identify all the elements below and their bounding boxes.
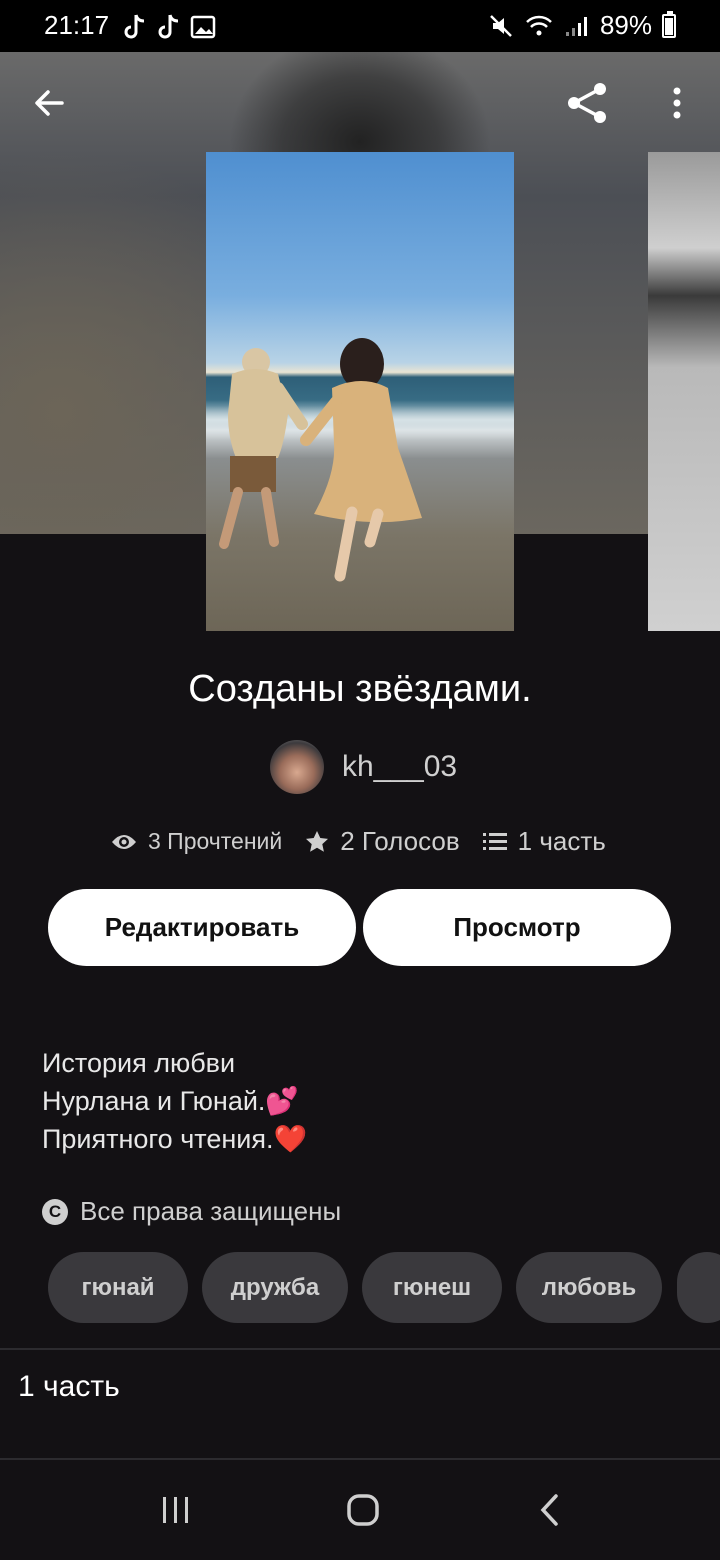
story-description: История любви Нурлана и Гюнай.💕 Приятног… — [42, 1044, 307, 1158]
share-icon — [568, 83, 606, 123]
star-icon — [306, 830, 329, 852]
back-button[interactable] — [24, 78, 74, 128]
battery-percent: 89% — [599, 10, 652, 40]
next-story-cover[interactable] — [648, 152, 720, 631]
author-row[interactable]: kh___03 — [270, 740, 457, 794]
signal-icon — [565, 16, 587, 36]
couple-illustration — [219, 338, 422, 582]
home-button[interactable] — [333, 1484, 393, 1536]
divider — [0, 1348, 720, 1350]
reads-count: 3 Прочтений — [148, 828, 283, 854]
tag-chip[interactable]: гюнеш — [362, 1252, 502, 1323]
parts-count: 1 часть — [517, 826, 606, 856]
avatar[interactable] — [270, 740, 324, 794]
chevron-left-icon — [540, 1494, 558, 1526]
votes-stat: 2 Голосов — [304, 826, 460, 857]
arrow-left-icon — [35, 90, 64, 116]
story-title: Созданы звёздами. — [188, 668, 532, 710]
list-icon — [482, 832, 507, 850]
recent-apps-icon — [163, 1497, 188, 1523]
parts-stat: 1 часть — [482, 826, 606, 857]
reads-stat: 3 Прочтений — [110, 828, 282, 855]
story-cover[interactable] — [206, 152, 514, 631]
recent-apps-button[interactable] — [146, 1484, 206, 1536]
system-nav-bar — [0, 1460, 720, 1560]
copyright-row: C Все права защищены — [42, 1196, 341, 1227]
system-back-button[interactable] — [520, 1484, 580, 1536]
tag-chip[interactable]: гюнай — [48, 1252, 188, 1323]
status-bar: 21:17 89% — [0, 0, 720, 52]
status-time: 21:17 — [44, 10, 110, 40]
more-options-button[interactable] — [656, 76, 698, 130]
tiktok-icon — [158, 14, 179, 39]
view-button[interactable]: Просмотр — [363, 889, 671, 966]
home-icon — [347, 1494, 379, 1526]
gallery-icon — [190, 15, 216, 39]
description-line: Нурлана и Гюнай.💕 — [42, 1086, 300, 1116]
story-stats: 3 Прочтений 2 Голосов 1 часть — [110, 826, 606, 857]
status-right: 89% — [488, 10, 676, 41]
description-line: Приятного чтения.❤️ — [42, 1124, 308, 1154]
copyright-text: Все права защищены — [80, 1196, 342, 1226]
more-vertical-icon — [673, 87, 681, 119]
share-button[interactable] — [560, 76, 614, 130]
notification-icons — [122, 12, 216, 42]
author-name[interactable]: kh___03 — [342, 750, 457, 784]
edit-button[interactable]: Редактировать — [48, 889, 356, 966]
tag-chip-partial[interactable] — [677, 1252, 720, 1323]
mute-icon — [490, 14, 512, 37]
copyright-icon: C — [42, 1198, 68, 1225]
tiktok-icon — [124, 14, 145, 39]
wifi-icon — [526, 15, 552, 35]
votes-count: 2 Голосов — [340, 826, 460, 856]
part-list-item[interactable]: 1 часть — [18, 1370, 120, 1404]
eye-icon — [112, 834, 136, 849]
tags-row: гюнай дружба гюнеш любовь — [48, 1252, 662, 1323]
description-line: История любви — [42, 1048, 236, 1078]
battery-icon — [662, 10, 676, 38]
tag-chip[interactable]: любовь — [516, 1252, 662, 1323]
tag-chip[interactable]: дружба — [202, 1252, 348, 1323]
